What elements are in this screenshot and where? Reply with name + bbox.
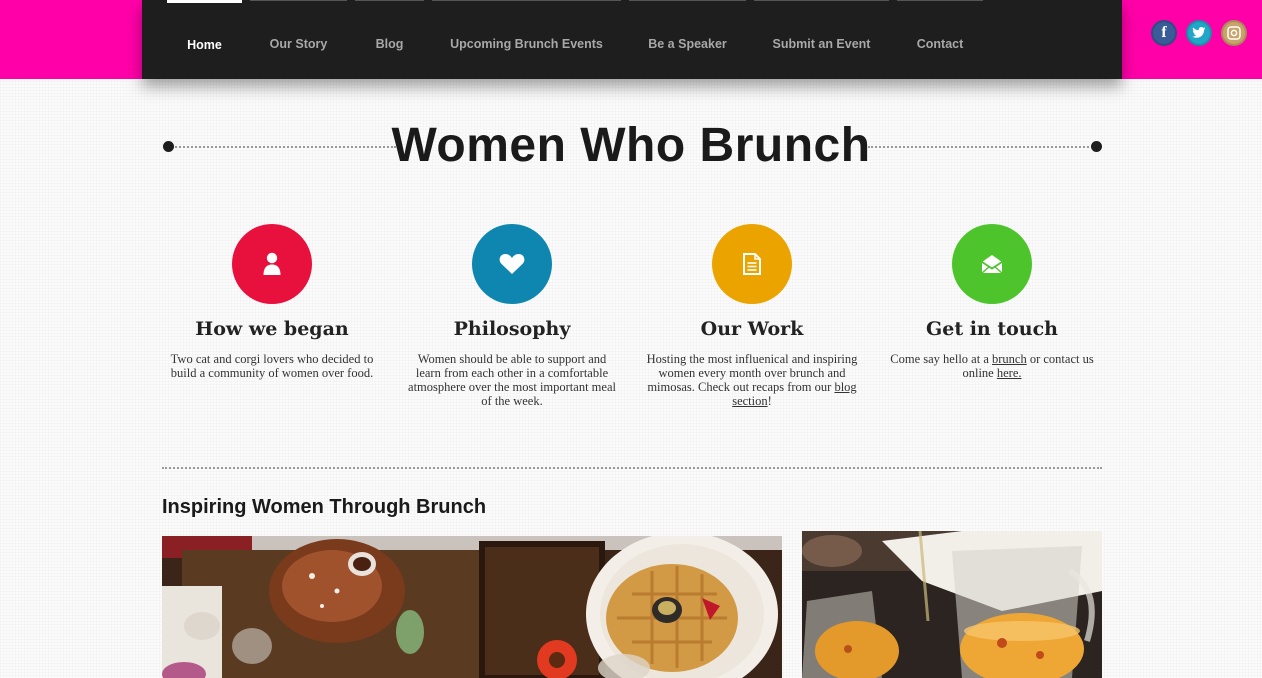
mimosa-pitchers-photo[interactable]: [802, 531, 1102, 678]
feature-text: Two cat and corgi lovers who decided to …: [170, 352, 374, 380]
feature-text: Hosting the most influenical and inspiri…: [642, 352, 862, 408]
feature-text-part: Come say hello at a: [890, 352, 992, 366]
envelope-icon: [981, 255, 1003, 274]
facebook-icon[interactable]: f: [1151, 20, 1177, 46]
main-navigation: Home Our Story Blog Upcoming Brunch Even…: [142, 0, 1122, 79]
twitter-bird-glyph: [1192, 27, 1206, 38]
brunch-table-photo[interactable]: [162, 536, 782, 678]
feature-text-part: !: [767, 394, 772, 408]
user-icon: [263, 252, 281, 275]
feature-how-we-began: How we began Two cat and corgi lovers wh…: [162, 224, 382, 380]
nav-item-home[interactable]: Home: [167, 0, 242, 79]
nav-item-our-story[interactable]: Our Story: [250, 0, 347, 79]
feature-heading: How we began: [195, 318, 349, 340]
document-icon: [743, 253, 761, 275]
site-title: Women Who Brunch: [391, 119, 871, 172]
contact-here-link[interactable]: here.: [997, 366, 1022, 380]
nav-item-label: Upcoming Brunch Events: [450, 37, 603, 51]
instagram-icon[interactable]: [1221, 20, 1247, 46]
twitter-icon[interactable]: [1186, 20, 1212, 46]
mimosa-pitchers-illustration: [802, 531, 1102, 678]
nav-item-label: Blog: [375, 37, 404, 51]
social-links: f: [1151, 20, 1247, 46]
instagram-camera-glyph: [1227, 26, 1241, 40]
nav-item-label: Home: [187, 38, 222, 52]
feature-heading: Get in touch: [926, 318, 1058, 340]
nav-item-submit-event[interactable]: Submit an Event: [754, 0, 889, 79]
title-rule-left: [168, 146, 396, 148]
nav-item-label: Contact: [916, 37, 964, 51]
nav-item-upcoming-events[interactable]: Upcoming Brunch Events: [432, 0, 621, 79]
nav-item-label: Be a Speaker: [648, 37, 727, 51]
title-rule-dot-right: [1091, 141, 1102, 152]
title-rule-dot-left: [163, 141, 174, 152]
feature-icon-circle: [712, 224, 792, 304]
nav-item-be-a-speaker[interactable]: Be a Speaker: [629, 0, 746, 79]
feature-text: Women should be able to support and lear…: [408, 352, 616, 408]
section-title: Inspiring Women Through Brunch: [162, 496, 487, 518]
feature-get-in-touch: Get in touch Come say hello at a brunch …: [882, 224, 1102, 380]
feature-our-work: Our Work Hosting the most influenical an…: [642, 224, 862, 408]
heart-icon: [499, 254, 525, 274]
feature-icon-circle: [472, 224, 552, 304]
feature-text: Come say hello at a brunch or contact us…: [882, 352, 1102, 380]
nav-item-label: Our Story: [269, 37, 328, 51]
nav-item-label: Submit an Event: [772, 37, 871, 51]
section-divider: [162, 467, 1102, 469]
feature-philosophy: Philosophy Women should be able to suppo…: [402, 224, 622, 408]
brunch-link[interactable]: brunch: [992, 352, 1027, 366]
nav-item-blog[interactable]: Blog: [355, 0, 424, 79]
feature-heading: Philosophy: [453, 318, 571, 340]
feature-text-part: Hosting the most influenical and inspiri…: [646, 352, 858, 394]
feature-heading: Our Work: [700, 318, 804, 340]
feature-icon-circle: [232, 224, 312, 304]
brunch-table-illustration: [162, 536, 782, 678]
nav-item-contact[interactable]: Contact: [897, 0, 983, 79]
feature-icon-circle: [952, 224, 1032, 304]
title-rule-right: [868, 146, 1096, 148]
